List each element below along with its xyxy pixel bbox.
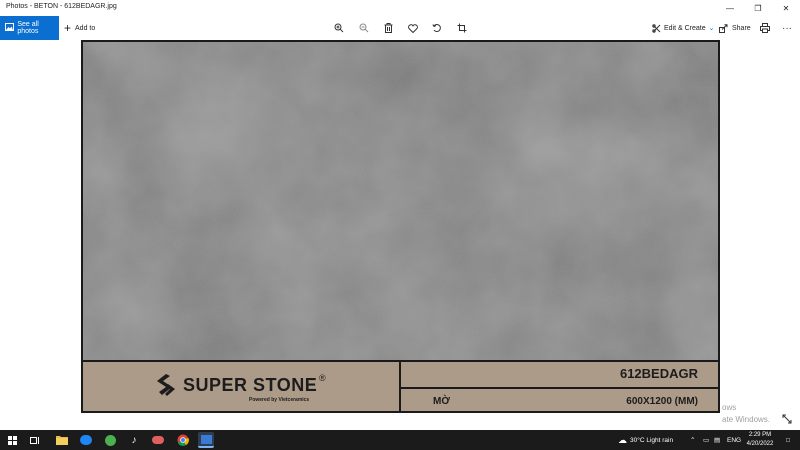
chevron-down-icon: ⌄	[708, 25, 715, 32]
photos-app-icon	[200, 434, 212, 444]
weather-text: 30°C Light rain	[630, 436, 674, 444]
delete-button[interactable]	[378, 16, 398, 40]
see-all-photos-label: See all photos	[17, 21, 39, 35]
close-button[interactable]: ✕	[772, 0, 800, 16]
clock[interactable]: 2:29 PM 4/20/2022	[738, 431, 782, 449]
product-code-cell: 612BEDAGR	[401, 362, 718, 389]
chrome-icon	[177, 434, 189, 446]
chat-app-icon	[104, 434, 116, 446]
photo-image: SUPER STONE ® Powered by Vietceramics 61…	[81, 40, 720, 413]
share-label: Share	[732, 24, 751, 32]
brand-box: SUPER STONE ® Powered by Vietceramics	[83, 362, 401, 411]
crop-button[interactable]	[452, 16, 472, 40]
registered-mark: ®	[319, 373, 326, 383]
maximize-icon: ❐	[754, 3, 762, 13]
cloud-app-icon	[152, 436, 164, 444]
tray-device-button[interactable]: ▭	[703, 430, 709, 450]
edit-create-label: Edit & Create	[664, 24, 706, 32]
tiktok-button[interactable]: ♪	[126, 432, 142, 448]
taskbar: ♪ ☁ 30°C Light rain ⌃ ▭ ▤ ENG 2:29 PM 4/…	[0, 430, 800, 450]
print-icon	[760, 23, 770, 33]
chevron-up-icon: ⌃	[690, 437, 696, 444]
close-icon: ✕	[782, 3, 790, 13]
more-icon: ···	[782, 22, 792, 34]
rotate-button[interactable]	[427, 16, 447, 40]
add-to-button[interactable]: + Add to	[64, 16, 95, 40]
photo-viewer: SUPER STONE ® Powered by Vietceramics 61…	[0, 40, 800, 430]
toolbar: See all photos + Add to Edit & Create ⌄ …	[0, 16, 800, 40]
clock-date: 4/20/2022	[746, 441, 774, 447]
zoom-in-icon	[334, 23, 344, 33]
photos-app-button[interactable]	[198, 432, 214, 448]
product-specs-cell: MỜ 600X1200 (MM)	[401, 389, 718, 411]
minimize-icon: —	[726, 3, 734, 13]
file-explorer-icon	[56, 436, 68, 445]
clock-time: 2:29 PM	[748, 432, 772, 438]
show-hidden-icons-button[interactable]: ⌃	[690, 430, 695, 450]
print-button[interactable]	[755, 16, 775, 40]
chat-app-button[interactable]	[102, 432, 118, 448]
heart-icon	[408, 23, 418, 33]
file-explorer-button[interactable]	[54, 432, 70, 448]
brand-tagline: Powered by Vietceramics	[249, 397, 310, 403]
add-to-label: Add to	[75, 24, 96, 32]
brand-name: SUPER STONE	[183, 375, 318, 395]
watermark-line-1: ows	[722, 403, 737, 412]
product-code: 612BEDAGR	[619, 366, 698, 381]
task-view-button[interactable]	[27, 432, 43, 448]
chrome-button[interactable]	[175, 432, 191, 448]
weather-widget[interactable]: ☁ 30°C Light rain	[618, 430, 673, 450]
delete-icon	[384, 23, 392, 33]
edit-icon	[652, 23, 661, 33]
product-label: SUPER STONE ® Powered by Vietceramics 61…	[83, 360, 718, 411]
zoom-out-button[interactable]	[354, 16, 374, 40]
network-button[interactable]: ▤	[714, 430, 720, 450]
share-button[interactable]: Share	[719, 16, 751, 40]
edit-create-button[interactable]: Edit & Create ⌄	[652, 16, 715, 40]
window-title: Photos - BETON - 612BEDAGR.jpg	[6, 3, 117, 10]
more-options-button[interactable]: ···	[777, 16, 797, 40]
product-size: 600X1200 (MM)	[626, 396, 698, 407]
zoom-in-button[interactable]	[329, 16, 349, 40]
favorite-button[interactable]	[403, 16, 423, 40]
rotate-icon	[432, 24, 441, 32]
windows-start-icon	[7, 435, 17, 445]
network-icon: ▤	[714, 437, 721, 444]
tiktok-icon: ♪	[131, 434, 137, 446]
crop-icon	[457, 23, 467, 33]
super-stone-logo-icon	[157, 374, 175, 396]
plus-icon: +	[64, 21, 72, 35]
task-view-icon	[30, 436, 39, 444]
cloud-app-button[interactable]	[150, 432, 166, 448]
product-finish: MỜ	[433, 396, 450, 407]
maximize-button[interactable]: ❐	[744, 0, 772, 16]
notification-icon: □	[786, 436, 790, 444]
start-button[interactable]	[4, 432, 20, 448]
expand-icon	[782, 414, 792, 424]
zalo-button[interactable]	[78, 432, 94, 448]
device-icon: ▭	[703, 437, 710, 444]
zoom-out-icon	[359, 23, 369, 33]
zalo-icon	[80, 435, 92, 445]
concrete-texture	[83, 42, 718, 360]
activate-windows-watermark: ows ate Windows.	[722, 402, 770, 426]
weather-icon: ☁	[618, 434, 627, 445]
gallery-icon	[5, 23, 15, 33]
watermark-line-2: ate Windows.	[722, 415, 771, 424]
notification-button[interactable]: □	[786, 430, 790, 450]
minimize-button[interactable]: —	[716, 0, 744, 16]
fullscreen-button[interactable]	[778, 411, 796, 427]
title-bar: Photos - BETON - 612BEDAGR.jpg — ❐ ✕	[0, 0, 800, 16]
see-all-photos-button[interactable]: See all photos	[0, 16, 59, 40]
share-icon	[719, 23, 728, 33]
